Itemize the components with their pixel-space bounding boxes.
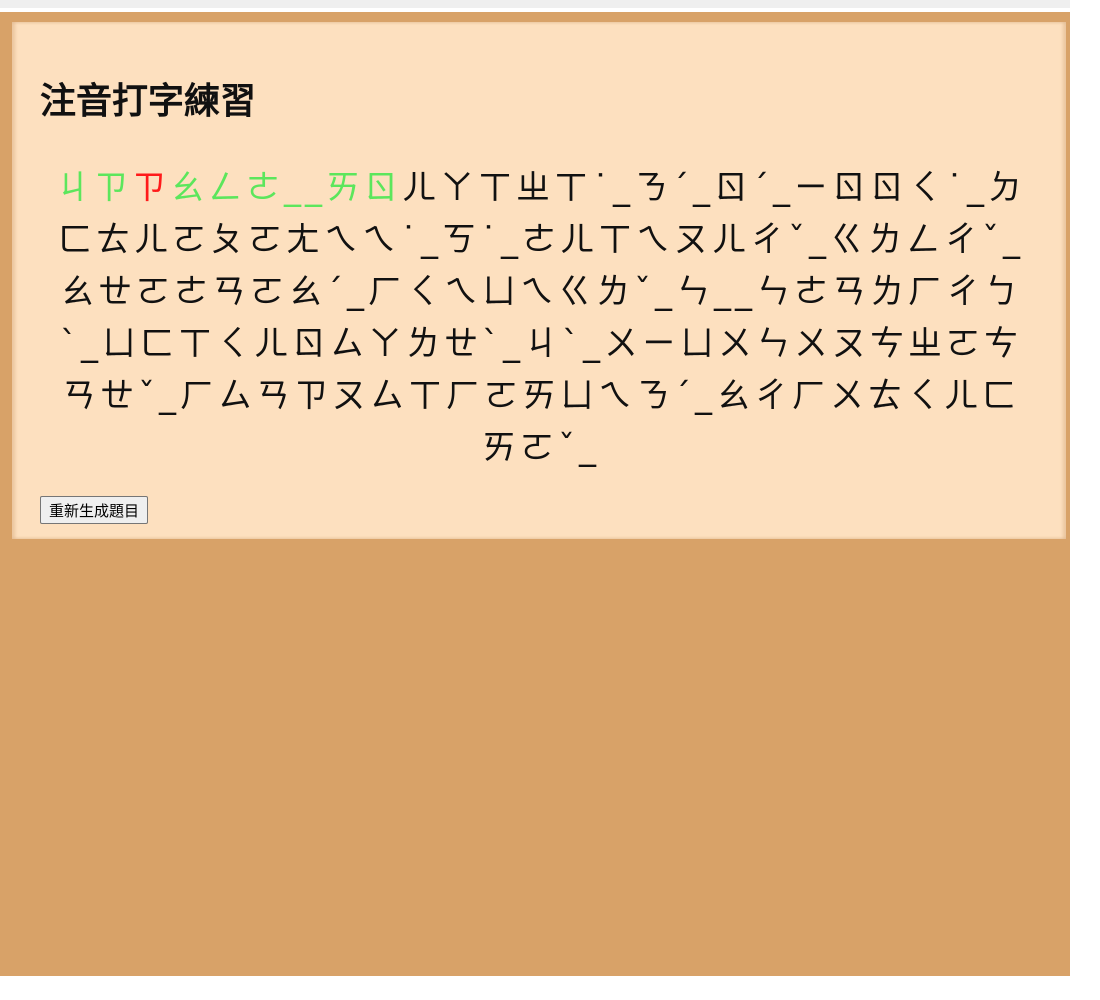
typed-correct-segment: ㄐㄗ bbox=[56, 168, 132, 208]
page-background: 注音打字練習 ㄐㄗㄗㄠㄥㄜ__ㄞㄖㄦㄚㄒㄓㄒ˙_ㄋˊ_ㄖˊ_ㄧㄖㄖㄑ˙_ㄉㄈㄊㄦ… bbox=[0, 12, 1070, 976]
practice-panel: 注音打字練習 ㄐㄗㄗㄠㄥㄜ__ㄞㄖㄦㄚㄒㄓㄒ˙_ㄋˊ_ㄖˊ_ㄧㄖㄖㄑ˙_ㄉㄈㄊㄦ… bbox=[12, 22, 1066, 539]
page-title: 注音打字練習 bbox=[40, 81, 257, 122]
remaining-text: ㄦㄚㄒㄓㄒ˙_ㄋˊ_ㄖˊ_ㄧㄖㄖㄑ˙_ㄉㄈㄊㄦㄛㄆㄛㄤㄟㄟ˙_ㄎ˙_ㄜㄦㄒㄟㄡㄦ… bbox=[58, 168, 1026, 468]
regenerate-button[interactable]: 重新生成題目 bbox=[40, 496, 149, 524]
typed-wrong-segment: ㄗ bbox=[132, 168, 170, 208]
browser-top-strip bbox=[0, 0, 1070, 8]
typed-correct-segment: ㄠㄥㄜ__ㄞㄖ bbox=[170, 168, 402, 208]
practice-text: ㄐㄗㄗㄠㄥㄜ__ㄞㄖㄦㄚㄒㄓㄒ˙_ㄋˊ_ㄖˊ_ㄧㄖㄖㄑ˙_ㄉㄈㄊㄦㄛㄆㄛㄤㄟㄟ˙… bbox=[50, 162, 1032, 474]
